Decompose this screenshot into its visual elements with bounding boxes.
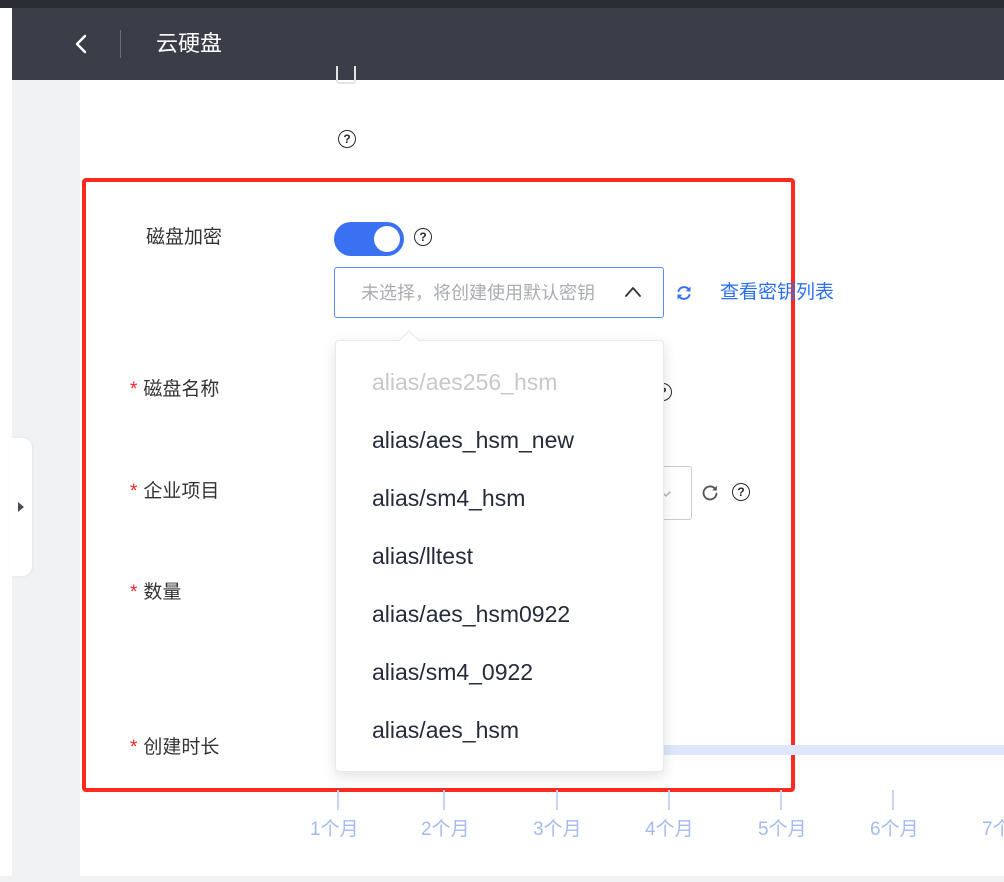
duration-slider-track[interactable] xyxy=(664,745,1004,755)
slider-tick-label[interactable]: 4个月 xyxy=(645,818,694,842)
slider-tick-label[interactable]: 5个月 xyxy=(758,818,807,842)
slider-tick xyxy=(337,790,339,810)
slider-tick-label[interactable]: 7个月 xyxy=(982,818,1004,842)
enterprise-project-label-text: 企业项目 xyxy=(143,481,220,502)
question-circle-icon[interactable]: ? xyxy=(414,228,432,246)
toggle-knob xyxy=(374,226,400,252)
slider-tick xyxy=(443,790,445,810)
dropdown-option[interactable]: alias/sm4_0922 xyxy=(336,643,663,701)
slider-tick xyxy=(892,790,894,810)
disk-name-label: * 磁盘名称 xyxy=(130,378,219,402)
refresh-icon[interactable] xyxy=(700,483,720,503)
duration-label: * 创建时长 xyxy=(130,736,219,760)
slider-tick xyxy=(780,790,782,810)
encryption-key-select[interactable]: 未选择，将创建使用默认密钥 xyxy=(334,267,664,318)
select-placeholder: 未选择，将创建使用默认密钥 xyxy=(361,283,595,303)
question-circle-icon[interactable]: ? xyxy=(732,483,750,501)
enterprise-project-label: * 企业项目 xyxy=(130,480,219,504)
required-mark: * xyxy=(130,481,138,502)
required-mark: * xyxy=(130,379,138,400)
back-button[interactable] xyxy=(66,28,96,60)
slider-tick xyxy=(556,790,558,810)
slider-tick xyxy=(668,790,670,810)
slider-tick-label[interactable]: 6个月 xyxy=(870,818,919,842)
dropdown-option[interactable]: alias/lltest xyxy=(336,527,663,585)
encryption-toggle[interactable] xyxy=(334,222,404,256)
encryption-key-dropdown: alias/aes256_hsm alias/aes_hsm_new alias… xyxy=(335,330,664,772)
window-top-strip xyxy=(0,0,1004,8)
ghost-checkbox xyxy=(336,66,356,84)
duration-label-text: 创建时长 xyxy=(143,737,220,758)
page-title: 云硬盘 xyxy=(156,31,223,56)
slider-tick-label[interactable]: 1个月 xyxy=(310,818,359,842)
quantity-label: * 数量 xyxy=(130,581,181,605)
chevron-left-icon xyxy=(75,34,87,54)
sidebar-expand-button[interactable] xyxy=(10,438,32,576)
required-mark: * xyxy=(130,582,138,603)
chevron-up-icon xyxy=(625,287,641,297)
caret-right-icon xyxy=(18,502,24,512)
view-keys-link[interactable]: 查看密钥列表 xyxy=(720,280,834,306)
dropdown-option[interactable]: alias/sm4_hsm xyxy=(336,469,663,527)
encryption-label: 磁盘加密 xyxy=(146,227,223,248)
disk-name-label-text: 磁盘名称 xyxy=(143,379,220,400)
question-circle-icon[interactable]: ? xyxy=(338,130,356,148)
slider-tick-label[interactable]: 2个月 xyxy=(421,818,470,842)
header-divider xyxy=(120,30,121,58)
required-mark: * xyxy=(130,737,138,758)
dropdown-option[interactable]: alias/aes_hsm xyxy=(336,701,663,759)
dropdown-option: alias/aes256_hsm xyxy=(372,369,558,395)
quantity-label-text: 数量 xyxy=(143,582,182,603)
page-header: 云硬盘 xyxy=(12,8,1004,80)
dropdown-option[interactable]: alias/aes_hsm_new xyxy=(336,411,663,469)
dropdown-option[interactable]: alias/aes_hsm0922 xyxy=(336,585,663,643)
refresh-icon[interactable] xyxy=(674,283,694,303)
bottom-divider xyxy=(0,876,1004,882)
slider-tick-label[interactable]: 3个月 xyxy=(533,818,582,842)
